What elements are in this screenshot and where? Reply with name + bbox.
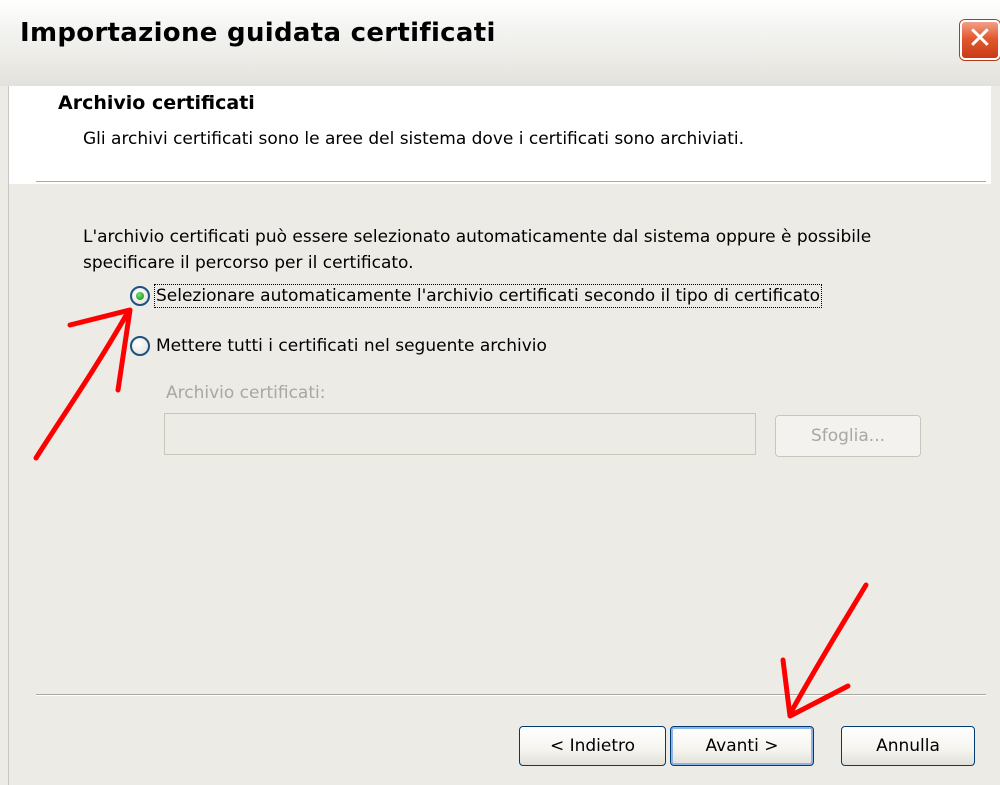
page-subtitle: Gli archivi certificati sono le aree del…: [83, 129, 745, 149]
window-frame-right: [991, 86, 1000, 785]
store-input: [164, 413, 756, 455]
header-divider: [36, 181, 986, 183]
window-title: Importazione guidata certificati: [20, 18, 496, 48]
store-field-label: Archivio certificati:: [166, 383, 326, 403]
description-text: L'archivio certificati può essere selezi…: [83, 227, 872, 273]
radio-manual-store-label[interactable]: Mettere tutti i certificati nel seguente…: [156, 336, 547, 356]
radio-button-checked[interactable]: [130, 286, 150, 306]
window-frame-left: [0, 86, 9, 785]
page-title: Archivio certificati: [58, 92, 255, 114]
back-button[interactable]: < Indietro: [519, 726, 666, 766]
close-icon: ✕: [967, 21, 993, 56]
footer-divider: [36, 694, 986, 696]
browse-button: Sfoglia...: [775, 415, 921, 457]
close-button[interactable]: ✕: [960, 20, 1000, 60]
radio-auto-select-label[interactable]: Selezionare automaticamente l'archivio c…: [153, 284, 823, 308]
radio-manual-store[interactable]: Mettere tutti i certificati nel seguente…: [130, 336, 547, 356]
cancel-button[interactable]: Annulla: [841, 726, 975, 766]
next-button[interactable]: Avanti >: [670, 726, 814, 766]
radio-auto-select[interactable]: Selezionare automaticamente l'archivio c…: [130, 284, 823, 308]
radio-button-unchecked[interactable]: [130, 336, 150, 356]
